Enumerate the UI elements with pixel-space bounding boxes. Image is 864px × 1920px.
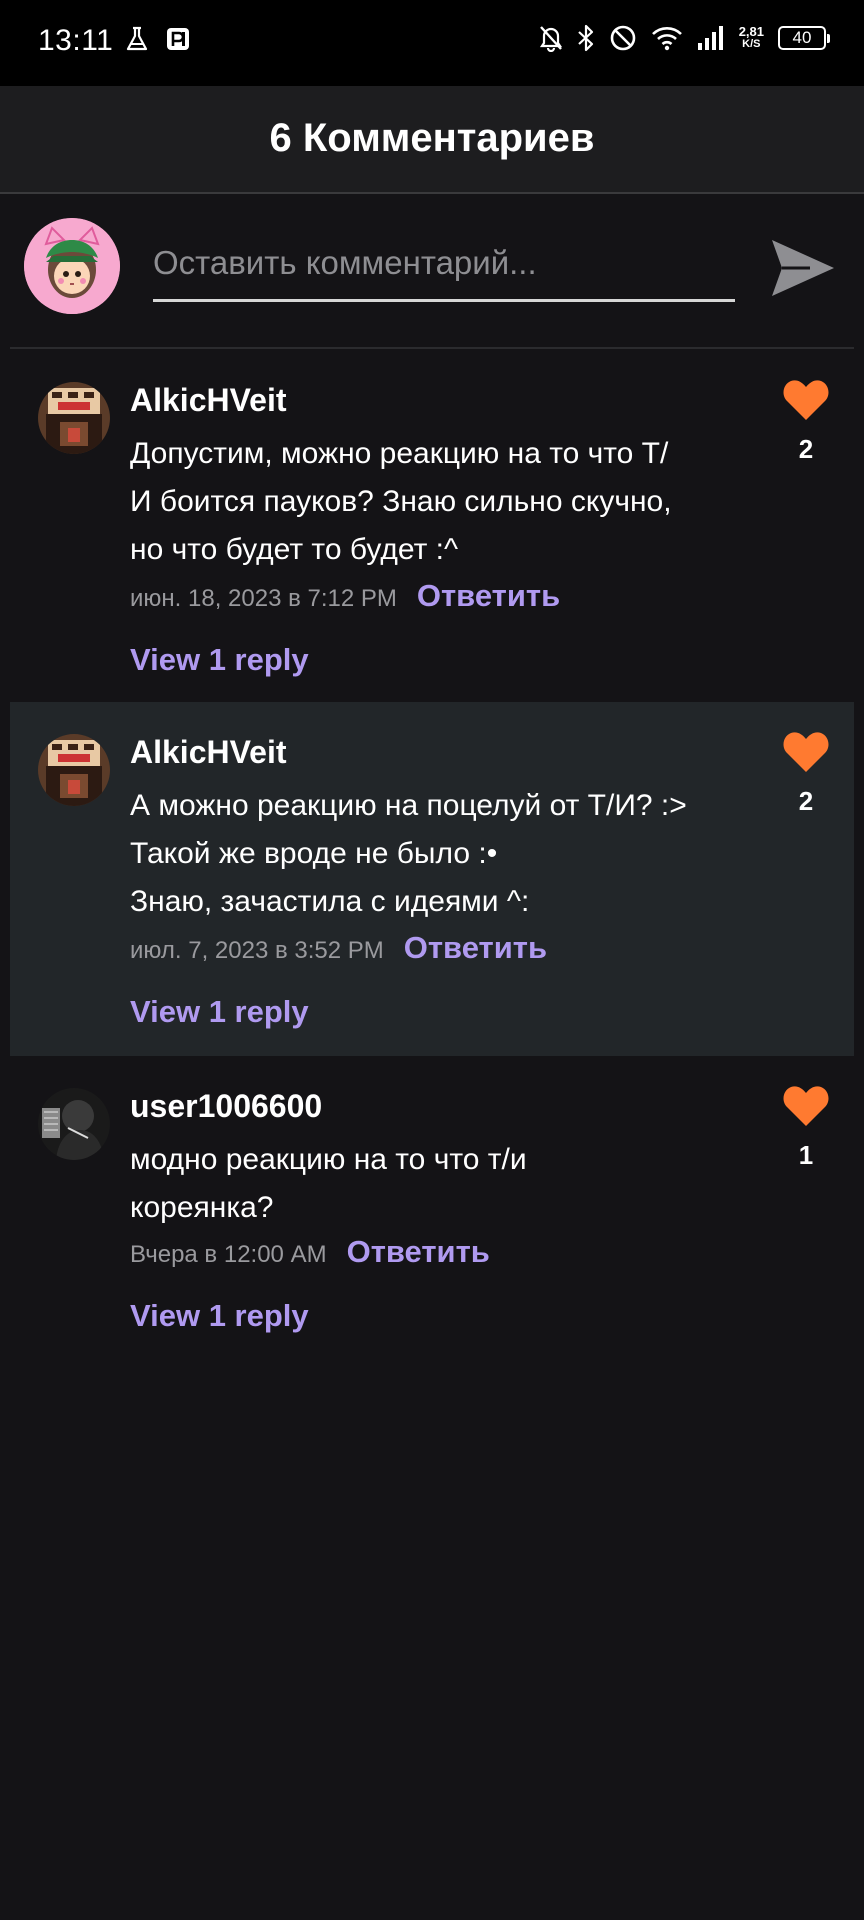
comment-composer [0,194,864,348]
heart-icon [783,732,829,772]
avatar-image [38,1088,110,1160]
avatar[interactable] [38,1088,110,1160]
comment-date: июл. 7, 2023 в 3:52 PM [130,937,384,964]
like-button[interactable] [782,378,830,422]
avatar-illustration [24,218,120,314]
like-button[interactable] [782,730,830,774]
battery-indicator: 40 [778,26,830,50]
status-left-icons [126,26,190,52]
wifi-icon [651,27,682,51]
comment-author[interactable]: user1006600 [130,1088,322,1125]
signal-icon [697,26,723,50]
avatar-image [38,382,110,454]
like-count: 2 [798,786,814,816]
reply-button[interactable]: Ответить [404,930,547,966]
view-replies-link[interactable]: View 1 reply [130,642,309,678]
comment-text: модно реакцию на то что т/и кореянка? [130,1136,710,1232]
view-replies-link[interactable]: View 1 reply [130,1298,309,1334]
send-button[interactable] [766,232,838,304]
comment-text-line: И боится пауков? Знаю сильно скучно, [130,485,672,518]
view-replies-link[interactable]: View 1 reply [130,994,309,1030]
comment-input[interactable] [153,226,735,302]
do-not-disturb-icon [610,25,635,51]
network-speed-unit: K/S [742,38,761,50]
comment-item: AlkicHVeit Допустим, можно реакцию на то… [10,350,854,700]
comment-meta: июл. 7, 2023 в 3:52 PM Ответить [130,930,547,966]
comment-text-line: но что будет то будет :^ [130,533,459,566]
comment-date: июн. 18, 2023 в 7:12 PM [130,585,397,612]
like-button[interactable] [782,1084,830,1128]
like-count: 2 [798,434,814,464]
mute-bell-icon [539,26,562,52]
status-right-icons: 2,81 K/S 40 [539,24,830,52]
battery-level: 40 [792,28,812,47]
comment-text-line: Такой же вроде не было :• [130,837,498,870]
comment-item: user1006600 модно реакцию на то что т/и … [10,1056,854,1356]
header: 6 Комментариев [0,86,864,194]
comment-text-line: Знаю, зачастила с идеями ^: [130,885,530,918]
status-time: 13:11 [38,24,114,57]
heart-icon [783,1086,829,1126]
page-title: 6 Комментариев [269,116,595,160]
my-avatar [24,218,120,314]
comment-author[interactable]: AlkicHVeit [130,734,287,771]
reply-button[interactable]: Ответить [347,1234,490,1270]
network-speed-value: 2,81 [738,24,764,39]
comment-date: Вчера в 12:00 AM [130,1241,327,1268]
avatar[interactable] [38,382,110,454]
flask-icon [126,26,148,51]
status-bar: 13:11 2,81 K/S 40 [0,0,864,86]
comment-text-line: Допустим, можно реакцию на то что Т/ [130,437,669,470]
comment-author[interactable]: AlkicHVeit [130,382,287,419]
bluetooth-icon [577,24,593,52]
network-speed: 2,81 K/S [739,25,764,51]
reply-button[interactable]: Ответить [417,578,560,614]
send-icon [772,240,834,296]
comment-text-line: кореянка? [130,1191,274,1224]
heart-icon [783,380,829,420]
comment-text-line: модно реакцию на то что т/и [130,1143,527,1176]
comment-meta: июн. 18, 2023 в 7:12 PM Ответить [130,578,560,614]
comment-item: AlkicHVeit А можно реакцию на поцелуй от… [10,702,854,1056]
composer-divider [10,347,854,349]
avatar-image [38,734,110,806]
like-count: 1 [798,1140,814,1170]
comment-text-line: А можно реакцию на поцелуй от Т/И? :> [130,789,687,822]
parking-app-icon [167,28,189,50]
comment-text: А можно реакцию на поцелуй от Т/И? :> Та… [130,782,710,926]
comment-meta: Вчера в 12:00 AM Ответить [130,1234,490,1270]
avatar[interactable] [38,734,110,806]
comment-text: Допустим, можно реакцию на то что Т/ И б… [130,430,710,574]
